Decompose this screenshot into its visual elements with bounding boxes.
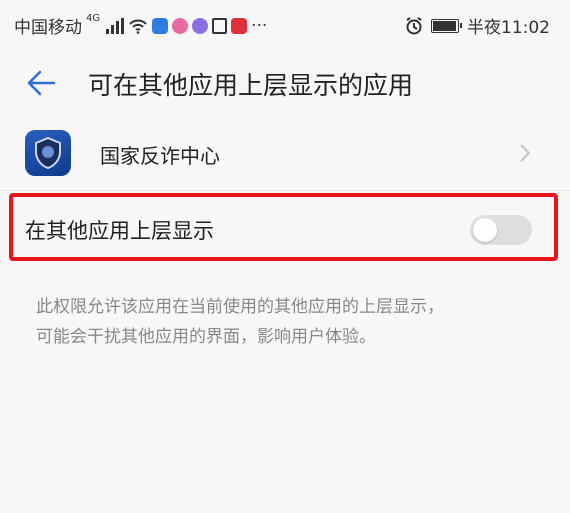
app-row[interactable]: 国家反诈中心 <box>0 118 570 190</box>
status-bar: 中国移动 4G ··· 半夜11:02 <box>0 0 570 48</box>
app-notification-icon <box>152 17 169 34</box>
app-icon <box>25 130 71 176</box>
overlay-permission-switch[interactable] <box>470 215 532 245</box>
divider <box>0 190 570 191</box>
network-type: 4G <box>86 13 101 24</box>
app-notification-icon <box>231 17 248 34</box>
shield-icon <box>35 136 61 170</box>
alarm-icon <box>406 16 422 34</box>
clock: 半夜11:02 <box>467 18 550 38</box>
overlay-permission-label: 在其他应用上层显示 <box>25 219 214 243</box>
status-left: 中国移动 4G ··· <box>14 13 267 38</box>
app-header: 可在其他应用上层显示的应用 <box>0 48 570 118</box>
app-name: 国家反诈中心 <box>100 144 220 168</box>
switch-knob <box>473 218 497 242</box>
app-notification-icon <box>172 17 189 34</box>
description-line-2: 可能会干扰其他应用的界面，影响用户体验。 <box>36 327 376 347</box>
more-notifications-icon: ··· <box>251 15 268 36</box>
battery-icon <box>431 18 462 33</box>
back-arrow-icon[interactable] <box>24 66 58 100</box>
status-right: 半夜11:02 <box>405 13 550 38</box>
wifi-icon <box>129 19 147 34</box>
chevron-right-icon <box>520 144 531 162</box>
copy-icon <box>212 17 228 34</box>
overlay-permission-row[interactable]: 在其他应用上层显示 <box>9 193 558 261</box>
permission-description: 此权限允许该应用在当前使用的其他应用的上层显示， 可能会干扰其他应用的界面，影响… <box>36 292 546 352</box>
description-line-1: 此权限允许该应用在当前使用的其他应用的上层显示， <box>36 297 444 317</box>
signal-icon <box>106 17 125 34</box>
page-title: 可在其他应用上层显示的应用 <box>88 71 414 100</box>
carrier-name: 中国移动 <box>14 18 82 38</box>
music-icon <box>192 17 209 34</box>
